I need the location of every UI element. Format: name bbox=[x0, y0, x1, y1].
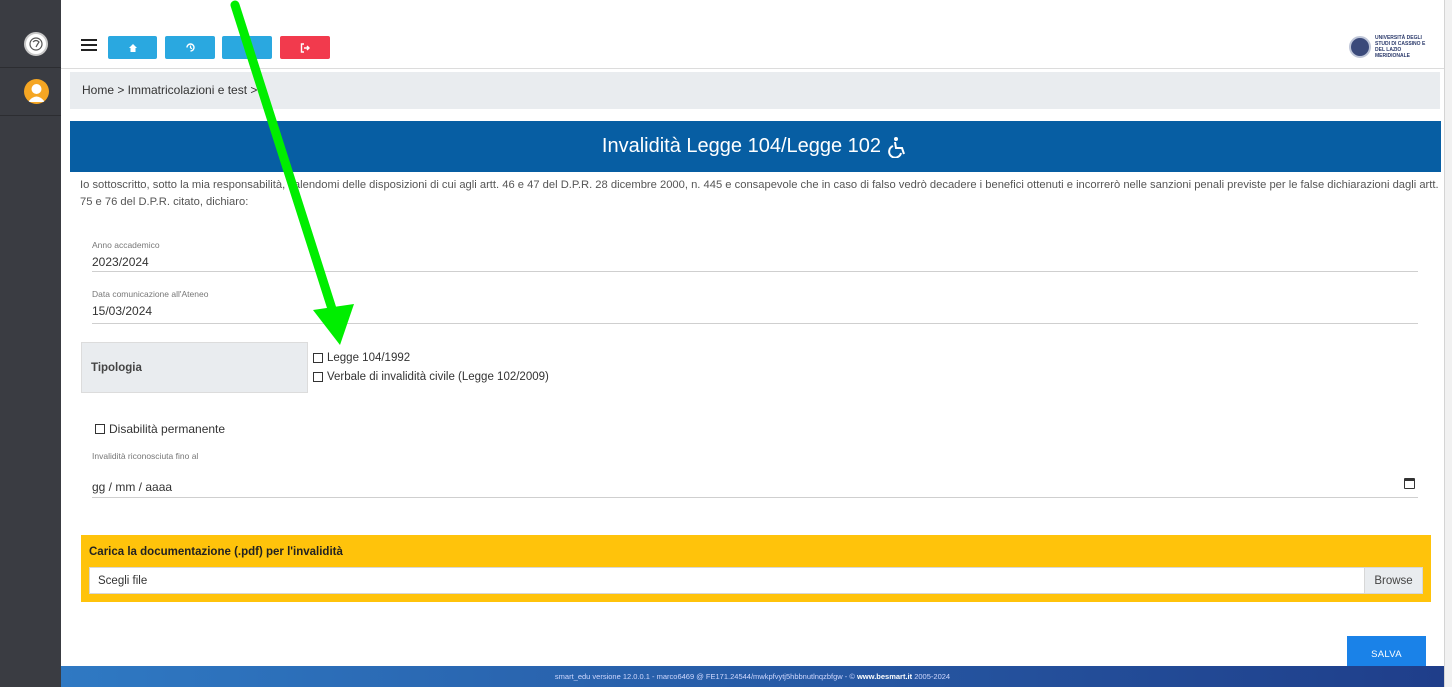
tipologia-label-box: Tipologia bbox=[81, 342, 308, 393]
legge-102-checkbox-row[interactable]: Verbale di invalidità civile (Legge 102/… bbox=[313, 371, 549, 383]
history-icon bbox=[185, 43, 195, 52]
legge-102-label: Verbale di invalidità civile (Legge 102/… bbox=[327, 371, 549, 383]
hamburger-menu-icon[interactable] bbox=[81, 39, 97, 53]
disabilita-permanente-label: Disabilità permanente bbox=[109, 422, 226, 436]
footer-years: 2005-2024 bbox=[914, 672, 951, 681]
home-button[interactable] bbox=[108, 36, 157, 59]
footer-text: smart_edu versione 12.0.0.1 - marco6469 … bbox=[554, 672, 855, 681]
disabilita-permanente-checkbox[interactable] bbox=[95, 424, 105, 434]
tipologia-label: Tipologia bbox=[91, 362, 142, 374]
avatar[interactable] bbox=[24, 79, 49, 104]
university-name: UNIVERSITÀ DEGLI STUDI DI CASSINO E DEL … bbox=[1375, 35, 1426, 59]
anno-accademico-field[interactable]: Anno accademico 2023/2024 bbox=[92, 240, 1418, 272]
university-seal-icon bbox=[1349, 36, 1371, 58]
legge-104-label: Legge 104/1992 bbox=[327, 352, 411, 364]
page-title: Invalidità Legge 104/Legge 102 bbox=[601, 135, 882, 157]
disabilita-permanente-row[interactable]: Disabilità permanente bbox=[95, 422, 225, 436]
top-bar: UNIVERSITÀ DEGLI STUDI DI CASSINO E DEL … bbox=[61, 27, 1444, 69]
breadcrumb[interactable]: Home > Immatricolazioni e test > bbox=[82, 83, 257, 97]
data-comunicazione-value[interactable]: 15/03/2024 bbox=[92, 304, 1418, 318]
page-title-bar: Invalidità Legge 104/Legge 102 bbox=[70, 121, 1441, 172]
invalidita-date-field[interactable]: Invalidità riconosciuta fino al gg / mm … bbox=[92, 451, 1418, 498]
upload-section: Carica la documentazione (.pdf) per l'in… bbox=[81, 535, 1431, 602]
anno-accademico-label: Anno accademico bbox=[92, 240, 160, 250]
footer: smart_edu versione 12.0.0.1 - marco6469 … bbox=[61, 666, 1444, 687]
scrollbar[interactable] bbox=[1444, 0, 1452, 687]
logout-button[interactable] bbox=[280, 36, 330, 59]
upload-label: Carica la documentazione (.pdf) per l'in… bbox=[89, 546, 343, 558]
university-logo: UNIVERSITÀ DEGLI STUDI DI CASSINO E DEL … bbox=[1349, 35, 1435, 59]
wheelchair-icon bbox=[888, 136, 906, 158]
data-comunicazione-field[interactable]: Data comunicazione all'Ateneo 15/03/2024 bbox=[92, 289, 1418, 324]
toolbar-button[interactable] bbox=[222, 36, 272, 59]
invalidita-date-label: Invalidità riconosciuta fino al bbox=[92, 451, 199, 461]
logout-icon bbox=[300, 42, 310, 53]
invalidita-date-input[interactable]: gg / mm / aaaa bbox=[92, 480, 1418, 494]
left-sidebar bbox=[0, 0, 61, 687]
home-icon bbox=[128, 43, 137, 52]
declaration-text: Io sottoscritto, sotto la mia responsabi… bbox=[80, 179, 1439, 208]
legge-104-checkbox-row[interactable]: Legge 104/1992 bbox=[313, 352, 410, 364]
data-comunicazione-label: Data comunicazione all'Ateneo bbox=[92, 289, 209, 299]
legge-102-checkbox[interactable] bbox=[313, 372, 323, 382]
breadcrumb-bar: Home > Immatricolazioni e test > bbox=[70, 72, 1440, 109]
footer-link[interactable]: www.besmart.it bbox=[857, 672, 912, 681]
history-button[interactable] bbox=[165, 36, 215, 59]
file-input-placeholder: Scegli file bbox=[98, 575, 148, 587]
app-logo-icon[interactable] bbox=[24, 32, 48, 56]
file-input[interactable]: Scegli file Browse bbox=[89, 567, 1423, 594]
browse-button[interactable]: Browse bbox=[1364, 568, 1422, 593]
legge-104-checkbox[interactable] bbox=[313, 353, 323, 363]
anno-accademico-value[interactable]: 2023/2024 bbox=[92, 255, 1418, 269]
calendar-icon[interactable] bbox=[1404, 478, 1415, 489]
